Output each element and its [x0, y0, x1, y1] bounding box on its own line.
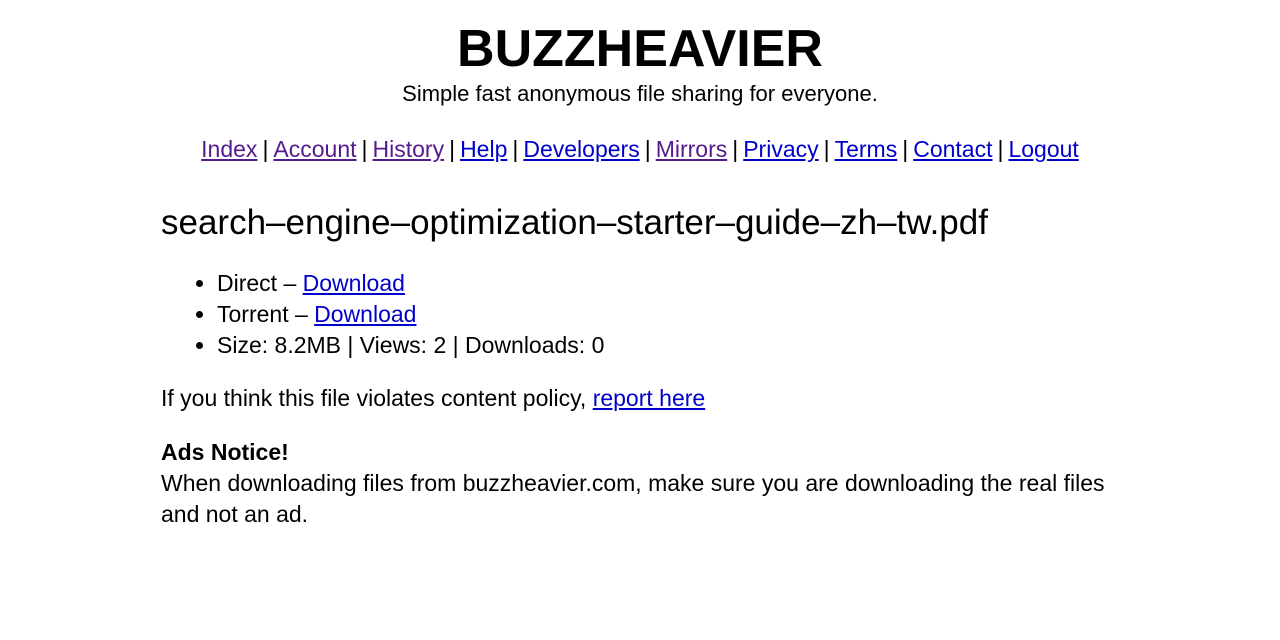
torrent-download-link[interactable]: Download [314, 301, 416, 327]
nav-history-link[interactable]: History [373, 136, 445, 162]
nav-separator: | [361, 136, 368, 162]
ads-notice-title: Ads Notice! [161, 439, 289, 465]
file-stats: Size: 8.2MB | Views: 2 | Downloads: 0 [217, 332, 605, 358]
direct-download-item: Direct – Download [217, 268, 1121, 299]
ads-notice: Ads Notice! When downloading files from … [161, 437, 1121, 530]
nav-privacy-link[interactable]: Privacy [743, 136, 818, 162]
nav-account-link[interactable]: Account [273, 136, 356, 162]
direct-download-link[interactable]: Download [303, 270, 405, 296]
site-header: BUZZHEAVIER Simple fast anonymous file s… [0, 0, 1280, 164]
nav-logout-link[interactable]: Logout [1008, 136, 1078, 162]
nav-separator: | [512, 136, 519, 162]
file-info-list: Direct – Download Torrent – Download Siz… [161, 268, 1121, 361]
nav-separator: | [997, 136, 1004, 162]
ads-notice-text: When downloading files from buzzheavier.… [161, 470, 1105, 527]
direct-label: Direct – [217, 270, 303, 296]
policy-text: If you think this file violates content … [161, 385, 593, 411]
nav-separator: | [262, 136, 269, 162]
policy-notice: If you think this file violates content … [161, 383, 1121, 414]
nav-separator: | [902, 136, 909, 162]
nav-help-link[interactable]: Help [460, 136, 507, 162]
nav-separator: | [823, 136, 830, 162]
nav-separator: | [732, 136, 739, 162]
nav-separator: | [644, 136, 651, 162]
site-title: BUZZHEAVIER [457, 20, 823, 78]
torrent-download-item: Torrent – Download [217, 299, 1121, 330]
site-tagline: Simple fast anonymous file sharing for e… [402, 81, 878, 106]
nav-index-link[interactable]: Index [201, 136, 257, 162]
file-stats-item: Size: 8.2MB | Views: 2 | Downloads: 0 [217, 330, 1121, 361]
nav-separator: | [449, 136, 456, 162]
torrent-label: Torrent – [217, 301, 315, 327]
report-link[interactable]: report here [593, 385, 706, 411]
file-section: search–engine–optimization–starter–guide… [161, 200, 1121, 530]
nav-contact-link[interactable]: Contact [913, 136, 992, 162]
file-name-heading: search–engine–optimization–starter–guide… [161, 203, 988, 242]
main-nav: Index | Account | History | Help | Developers | Mi… [0, 134, 1280, 164]
nav-terms-link[interactable]: Terms [835, 136, 898, 162]
nav-developers-link[interactable]: Developers [523, 136, 639, 162]
nav-mirrors-link[interactable]: Mirrors [656, 136, 728, 162]
